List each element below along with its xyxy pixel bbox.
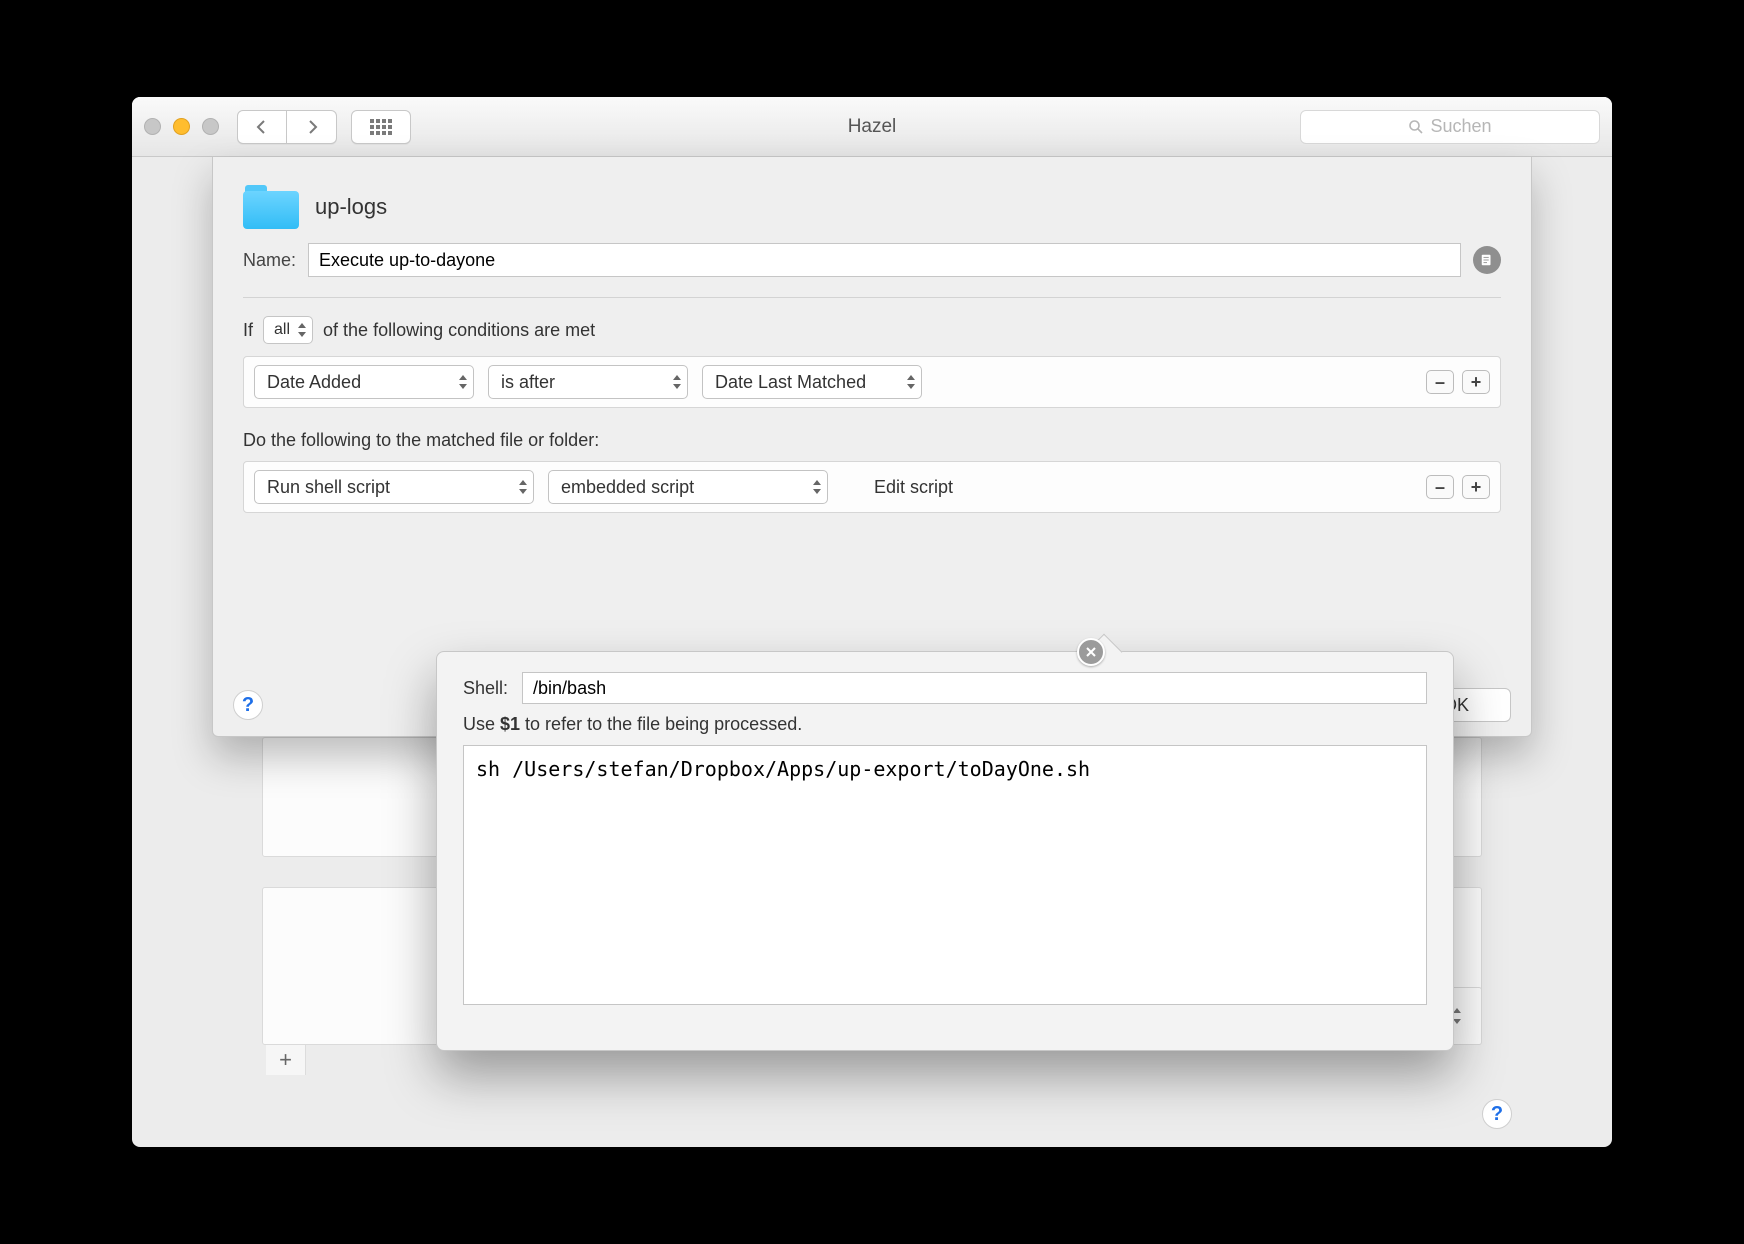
minimize-window-button[interactable]	[173, 118, 190, 135]
folder-header: up-logs	[243, 157, 1501, 243]
match-quantifier-select[interactable]: all	[263, 316, 313, 344]
condition-row: Date Added is after Date Last Matched – …	[243, 356, 1501, 408]
condition-value-value: Date Last Matched	[715, 372, 866, 393]
name-label: Name:	[243, 250, 296, 271]
search-field[interactable]: Suchen	[1300, 110, 1600, 144]
search-placeholder: Suchen	[1430, 116, 1491, 137]
action-target-value: embedded script	[561, 477, 694, 498]
script-editor-popover: Shell: Use $1 to refer to the file being…	[436, 651, 1454, 1051]
condition-comparator-select[interactable]: is after	[488, 365, 688, 399]
hint-prefix: Use	[463, 714, 500, 734]
action-row: Run shell script embedded script Edit sc…	[243, 461, 1501, 513]
condition-value-select[interactable]: Date Last Matched	[702, 365, 922, 399]
rule-editor-sheet: up-logs Name: If all of the following co…	[212, 157, 1532, 737]
help-button[interactable]: ?	[1482, 1099, 1512, 1129]
remove-condition-button[interactable]: –	[1426, 370, 1454, 394]
folder-icon	[243, 185, 299, 229]
back-button[interactable]	[237, 110, 287, 144]
shell-hint: Use $1 to refer to the file being proces…	[463, 714, 1427, 735]
chevron-left-icon	[254, 119, 270, 135]
help-button[interactable]: ?	[233, 690, 263, 720]
add-folder-button[interactable]: +	[266, 1045, 306, 1075]
condition-comparator-value: is after	[501, 372, 555, 393]
rule-name-row: Name:	[243, 243, 1501, 298]
note-icon	[1480, 253, 1494, 267]
select-arrows-icon	[518, 480, 528, 494]
select-arrows-icon	[458, 375, 468, 389]
conditions-section: If all of the following conditions are m…	[243, 298, 1501, 513]
action-type-select[interactable]: Run shell script	[254, 470, 534, 504]
shell-input[interactable]	[522, 672, 1427, 704]
titlebar: Hazel Suchen	[132, 97, 1612, 157]
add-action-button[interactable]: +	[1462, 475, 1490, 499]
edit-script-button[interactable]: Edit script	[874, 477, 953, 498]
add-condition-button[interactable]: +	[1462, 370, 1490, 394]
chevron-right-icon	[304, 119, 320, 135]
show-all-button[interactable]	[351, 110, 411, 144]
window-controls	[144, 118, 219, 135]
condition-attribute-value: Date Added	[267, 372, 361, 393]
action-type-value: Run shell script	[267, 477, 390, 498]
conditions-suffix: of the following conditions are met	[323, 320, 595, 341]
action-pm-group: – +	[1426, 475, 1490, 499]
select-arrows-icon	[672, 375, 682, 389]
zoom-window-button[interactable]	[202, 118, 219, 135]
condition-pm-group: – +	[1426, 370, 1490, 394]
grid-icon	[370, 119, 392, 135]
notes-button[interactable]	[1473, 246, 1501, 274]
hint-var: $1	[500, 714, 520, 734]
nav-buttons	[237, 110, 337, 144]
folder-name: up-logs	[315, 194, 387, 220]
shell-label: Shell:	[463, 678, 508, 699]
action-target-select[interactable]: embedded script	[548, 470, 828, 504]
close-window-button[interactable]	[144, 118, 161, 135]
hint-suffix: to refer to the file being processed.	[520, 714, 802, 734]
condition-attribute-select[interactable]: Date Added	[254, 365, 474, 399]
select-arrows-icon	[812, 480, 822, 494]
close-popover-button[interactable]	[1077, 638, 1105, 666]
select-arrows-icon	[297, 323, 307, 337]
match-quantifier-value: all	[274, 321, 290, 339]
search-icon	[1408, 119, 1424, 135]
rule-name-input[interactable]	[308, 243, 1461, 277]
forward-button[interactable]	[287, 110, 337, 144]
script-textarea[interactable]	[463, 745, 1427, 1005]
preferences-window: Hazel Suchen k + ? up-logs Name:	[132, 97, 1612, 1147]
select-arrows-icon	[906, 375, 916, 389]
if-label: If	[243, 320, 253, 341]
remove-action-button[interactable]: –	[1426, 475, 1454, 499]
close-icon	[1085, 646, 1097, 658]
conditions-header: If all of the following conditions are m…	[243, 316, 1501, 344]
shell-row: Shell:	[463, 672, 1427, 704]
actions-header: Do the following to the matched file or …	[243, 430, 1501, 451]
